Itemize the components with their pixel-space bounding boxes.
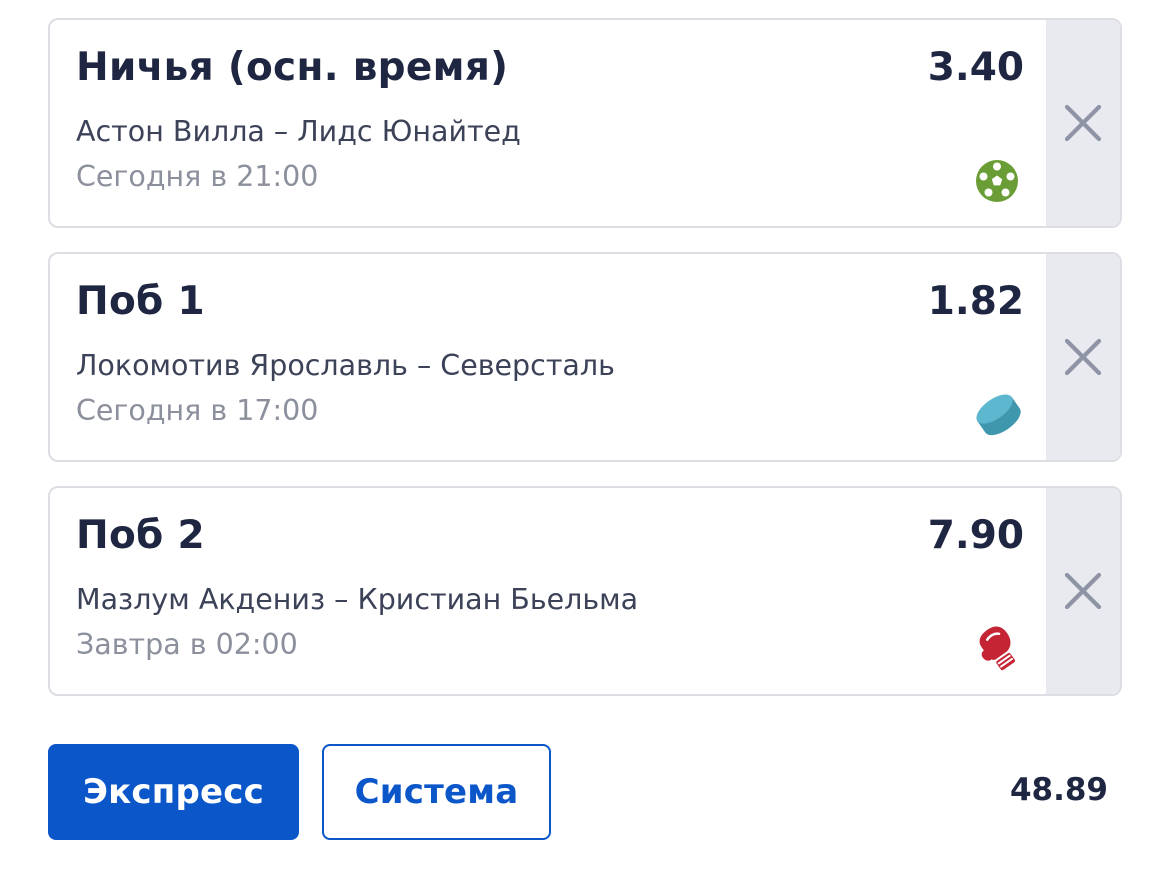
bet-outcome-title: Поб 1: [76, 279, 205, 324]
remove-bet-button[interactable]: [1046, 254, 1120, 460]
total-odds: 48.89: [1009, 772, 1108, 808]
system-button[interactable]: Система: [322, 744, 551, 840]
bet-details: Ничья (осн. время) 3.40 Астон Вилла – Ли…: [50, 20, 1048, 226]
bet-match-name: Локомотив Ярославль – Северсталь: [76, 349, 615, 382]
bet-card-win1[interactable]: Поб 1 1.82 Локомотив Ярославль – Северст…: [48, 252, 1122, 462]
bet-start-time: Сегодня в 21:00: [76, 160, 319, 193]
bet-details: Поб 2 7.90 Мазлум Акдениз – Кристиан Бье…: [50, 488, 1048, 694]
bet-match-name: Мазлум Акдениз – Кристиан Бьельма: [76, 583, 639, 616]
express-button[interactable]: Экспресс: [48, 744, 299, 840]
remove-bet-button[interactable]: [1046, 488, 1120, 694]
remove-bet-button[interactable]: [1046, 20, 1120, 226]
bet-outcome-title: Поб 2: [76, 513, 205, 558]
close-icon: [1064, 104, 1102, 142]
bet-odds: 7.90: [927, 513, 1024, 558]
bet-card-win2[interactable]: Поб 2 7.90 Мазлум Акдениз – Кристиан Бье…: [48, 486, 1122, 696]
bet-card-draw[interactable]: Ничья (осн. время) 3.40 Астон Вилла – Ли…: [48, 18, 1122, 228]
football-icon: [974, 158, 1020, 204]
bet-details: Поб 1 1.82 Локомотив Ярославль – Северст…: [50, 254, 1048, 460]
close-icon: [1064, 338, 1102, 376]
bet-start-time: Сегодня в 17:00: [76, 394, 319, 427]
bet-outcome-title: Ничья (осн. время): [76, 45, 509, 90]
hockey-puck-icon: [974, 390, 1021, 436]
bet-odds: 3.40: [927, 45, 1024, 90]
close-icon: [1064, 572, 1102, 610]
boxing-glove-icon: [974, 624, 1020, 671]
bet-odds: 1.82: [927, 279, 1024, 324]
bet-match-name: Астон Вилла – Лидс Юнайтед: [76, 115, 521, 148]
bet-start-time: Завтра в 02:00: [76, 628, 298, 661]
